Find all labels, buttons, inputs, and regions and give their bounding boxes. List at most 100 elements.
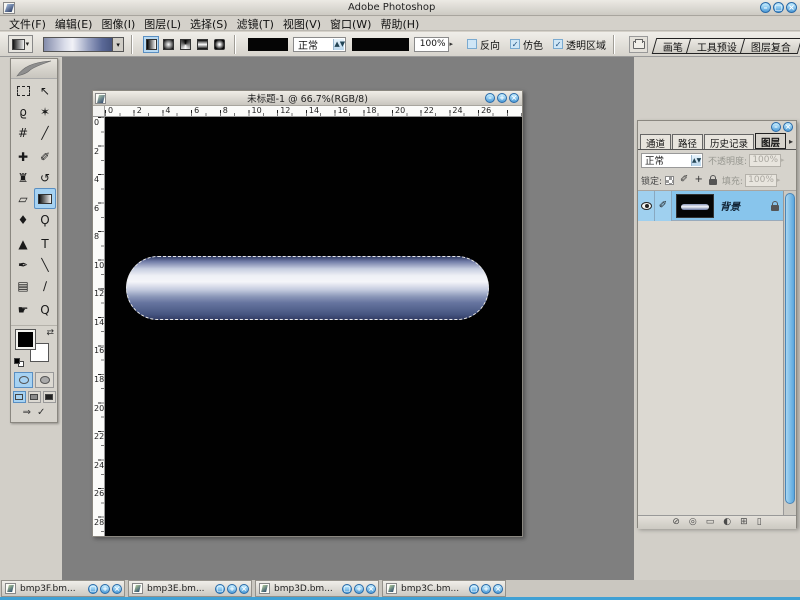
menu-item-image[interactable]: 图像(I) xyxy=(101,16,135,32)
layers-blend-mode-select[interactable]: 正常 ▲▼ xyxy=(641,153,703,168)
lock-all-icon[interactable] xyxy=(709,179,717,185)
opacity-field[interactable]: 100% xyxy=(414,37,448,52)
menu-item-view[interactable]: 视图(V) xyxy=(283,16,321,32)
delete-layer-icon[interactable]: ▯ xyxy=(757,518,762,527)
dither-checkbox[interactable]: ✓仿色 xyxy=(510,37,543,52)
menu-item-help[interactable]: 帮助(H) xyxy=(380,16,419,32)
menu-item-file[interactable]: 文件(F) xyxy=(9,16,46,32)
taskbar-maximize-button[interactable]: + xyxy=(481,584,491,594)
menu-item-layer[interactable]: 图层(L) xyxy=(144,16,181,32)
canvas[interactable] xyxy=(105,117,522,536)
menu-item-select[interactable]: 选择(S) xyxy=(190,16,228,32)
menu-item-edit[interactable]: 编辑(E) xyxy=(55,16,93,32)
taskbar-window-bmp3C[interactable]: bmp3C.bm...□+× xyxy=(382,580,506,597)
hand-tool[interactable]: ☛ xyxy=(12,299,34,320)
notes-tool[interactable]: ▤ xyxy=(12,275,34,296)
fullscreen-menubar-button[interactable] xyxy=(28,391,41,403)
dodge-tool[interactable]: Ϙ xyxy=(34,209,56,230)
panel-tab-layers[interactable]: 图层 xyxy=(755,133,786,149)
blend-mode-select[interactable]: 正常 ▲▼ xyxy=(293,37,346,52)
panel-tab-paths[interactable]: 路径 xyxy=(672,134,703,149)
slice-tool[interactable]: ╱ xyxy=(34,122,56,143)
toolbox-header[interactable] xyxy=(11,59,57,79)
panel-scrollbar[interactable] xyxy=(783,191,796,515)
menu-item-window[interactable]: 窗口(W) xyxy=(330,16,371,32)
reverse-checkbox[interactable]: 反向 xyxy=(467,37,500,52)
magic-wand-tool[interactable]: ✶ xyxy=(34,101,56,122)
line-tool[interactable]: ╲ xyxy=(34,254,56,275)
taskbar-restore-button[interactable]: □ xyxy=(342,584,352,594)
zoom-tool[interactable]: Q xyxy=(34,299,56,320)
gradient-tool-preset-button[interactable]: ▾ xyxy=(8,35,33,53)
gradient-reflected-button[interactable] xyxy=(194,36,210,53)
type-tool[interactable]: T xyxy=(34,233,56,254)
taskbar-close-button[interactable]: × xyxy=(239,584,249,594)
panel-tab-channels[interactable]: 通道 xyxy=(640,134,671,149)
eraser-tool[interactable]: ▱ xyxy=(12,188,34,209)
panel-tab-history[interactable]: 历史记录 xyxy=(704,134,754,149)
menu-item-filter[interactable]: 滤镜(T) xyxy=(237,16,274,32)
taskbar-window-bmp3E[interactable]: bmp3E.bm...□+× xyxy=(128,580,252,597)
taskbar-restore-button[interactable]: □ xyxy=(469,584,479,594)
new-layer-icon[interactable]: ⊞ xyxy=(740,518,748,527)
gradient-diamond-button[interactable] xyxy=(211,36,227,53)
gradient-radial-button[interactable] xyxy=(160,36,176,53)
taskbar-close-button[interactable]: × xyxy=(493,584,503,594)
visibility-eye-icon[interactable] xyxy=(641,202,652,210)
layers-opacity-field[interactable]: 100% xyxy=(749,154,781,167)
scrollbar-thumb[interactable] xyxy=(785,193,795,504)
gradient-picker-arrow[interactable]: ▾ xyxy=(113,37,124,52)
lock-position-icon[interactable]: + xyxy=(694,175,702,185)
healing-brush-tool[interactable]: ✚ xyxy=(12,146,34,167)
palette-well-tab-layer-comps[interactable]: 图层复合 xyxy=(740,38,800,54)
move-tool[interactable]: ↖ xyxy=(34,80,56,101)
history-brush-tool[interactable]: ↺ xyxy=(34,167,56,188)
taskbar-restore-button[interactable]: □ xyxy=(215,584,225,594)
lasso-tool[interactable]: ϱ xyxy=(12,101,34,122)
taskbar-window-bmp3D[interactable]: bmp3D.bm...□+× xyxy=(255,580,379,597)
blur-tool[interactable]: ♦ xyxy=(12,209,34,230)
add-layer-mask-icon[interactable]: ◎ xyxy=(689,518,697,527)
lock-transparency-icon[interactable] xyxy=(665,176,674,185)
transparency-checkbox[interactable]: ✓透明区域 xyxy=(553,37,606,52)
fullscreen-button[interactable] xyxy=(43,391,56,403)
rectangular-marquee-tool[interactable] xyxy=(12,80,34,101)
new-adjustment-layer-icon[interactable]: ◐ xyxy=(723,518,731,527)
palette-well-tab-tool-presets[interactable]: 工具预设 xyxy=(686,38,749,54)
palette-minimize-button[interactable]: – xyxy=(771,122,781,132)
restore-button[interactable]: □ xyxy=(773,2,784,13)
eyedropper-tool[interactable]: ∕ xyxy=(34,275,56,296)
taskbar-maximize-button[interactable]: + xyxy=(100,584,110,594)
gradient-preview[interactable] xyxy=(43,37,113,52)
path-selection-tool[interactable]: ▲ xyxy=(12,233,34,254)
taskbar-window-bmp3F[interactable]: bmp3F.bm...□+× xyxy=(1,580,125,597)
panel-menu-arrow-icon[interactable]: ▸ xyxy=(789,137,793,146)
edit-in-imageready-icon[interactable]: ⇒ xyxy=(23,407,31,418)
layer-thumbnail[interactable] xyxy=(676,194,714,218)
crop-tool[interactable]: # xyxy=(12,122,34,143)
imageready-check-icon[interactable]: ✓ xyxy=(37,407,45,418)
opacity-arrow-icon[interactable]: ▸ xyxy=(450,40,454,48)
file-browser-button[interactable] xyxy=(629,36,648,53)
gradient-angle-button[interactable] xyxy=(177,36,193,53)
layer-row-background[interactable]: ✐ 背景 xyxy=(638,191,783,221)
swap-colors-icon[interactable]: ⇄ xyxy=(46,328,54,338)
close-button[interactable]: × xyxy=(786,2,797,13)
add-layer-style-icon[interactable]: ⊘ xyxy=(672,518,680,527)
standard-screen-button[interactable] xyxy=(13,391,26,403)
gradient-tool[interactable] xyxy=(34,188,56,209)
brush-tool[interactable]: ✐ xyxy=(34,146,56,167)
taskbar-maximize-button[interactable]: + xyxy=(227,584,237,594)
minimize-button[interactable]: – xyxy=(760,2,771,13)
layers-fill-field[interactable]: 100% xyxy=(745,174,777,187)
taskbar-maximize-button[interactable]: + xyxy=(354,584,364,594)
pen-tool[interactable]: ✒ xyxy=(12,254,34,275)
palette-close-button[interactable]: × xyxy=(783,122,793,132)
new-group-icon[interactable]: ▭ xyxy=(706,518,715,527)
taskbar-restore-button[interactable]: □ xyxy=(88,584,98,594)
document-title-bar[interactable]: 未标题-1 @ 66.7%(RGB/8) – + × xyxy=(93,91,522,106)
clone-stamp-tool[interactable]: ♜ xyxy=(12,167,34,188)
standard-mode-button[interactable] xyxy=(14,372,33,388)
lock-paint-icon[interactable]: ✐ xyxy=(680,175,688,185)
quick-mask-mode-button[interactable] xyxy=(35,372,54,388)
